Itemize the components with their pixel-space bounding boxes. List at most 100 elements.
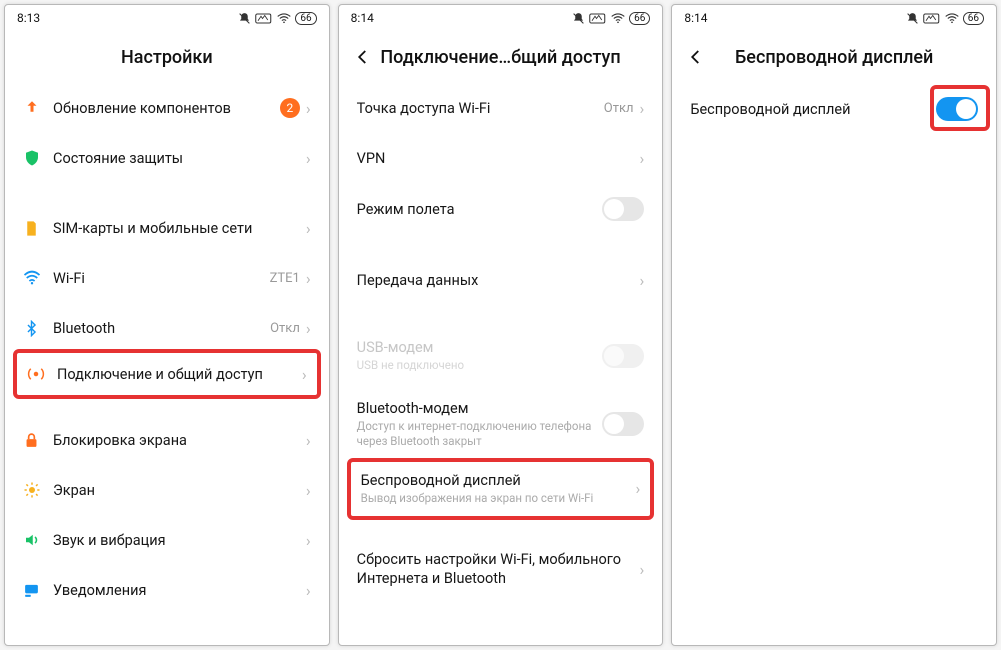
row-bt-modem[interactable]: Bluetooth-модем Доступ к интернет-подклю… — [339, 386, 663, 462]
back-button[interactable] — [684, 45, 708, 69]
airplane-toggle[interactable] — [602, 197, 644, 221]
brightness-icon — [23, 481, 53, 499]
back-button[interactable] — [351, 45, 375, 69]
row-label: VPN — [357, 150, 640, 167]
row-airplane[interactable]: Режим полета — [339, 183, 663, 235]
row-label: USB-модем — [357, 339, 603, 356]
chevron-left-icon — [354, 48, 372, 66]
chevron-right-icon: › — [306, 269, 311, 288]
phone-connectivity: 8:14 66 Подключение…бщий доступ Точка до… — [338, 4, 664, 646]
status-time: 8:14 — [351, 11, 374, 25]
status-icons: 66 — [238, 12, 316, 25]
row-label: Точка доступа Wi-Fi — [357, 100, 604, 117]
row-notifications[interactable]: Уведомления › — [5, 565, 329, 615]
row-label: Блокировка экрана — [53, 432, 306, 449]
battery-box-icon — [255, 13, 273, 24]
battery-pct: 66 — [295, 12, 316, 25]
connectivity-list: Точка доступа Wi-Fi Откл › VPN › Режим п… — [339, 83, 663, 645]
status-icons: 66 — [906, 12, 984, 25]
update-badge: 2 — [280, 98, 300, 118]
silent-icon — [572, 12, 585, 25]
chevron-right-icon: › — [306, 99, 311, 118]
wifi-icon — [23, 269, 53, 287]
chevron-right-icon: › — [640, 560, 645, 579]
update-icon — [23, 99, 53, 117]
row-connectivity[interactable]: Подключение и общий доступ › — [13, 349, 321, 399]
row-bluetooth[interactable]: Bluetooth Откл › — [5, 303, 329, 353]
status-bar: 8:14 66 — [672, 5, 996, 31]
shield-icon — [23, 149, 53, 167]
page-title: Настройки — [5, 31, 329, 83]
wireless-display-list: Беспроводной дисплей — [672, 83, 996, 645]
battery-box-icon — [923, 13, 941, 24]
chevron-right-icon: › — [306, 319, 311, 338]
status-time: 8:14 — [684, 11, 707, 25]
row-sound[interactable]: Звук и вибрация › — [5, 515, 329, 565]
phone-settings: 8:13 66 Настройки Обновление компонентов… — [4, 4, 330, 646]
notification-icon — [23, 582, 53, 599]
row-label: Экран — [53, 482, 306, 499]
page-title: Беспроводной дисплей — [672, 31, 996, 83]
bt-modem-toggle[interactable] — [602, 412, 644, 436]
row-reset-network[interactable]: Сбросить настройки Wi-Fi, мобильного Инт… — [339, 536, 663, 603]
share-icon — [27, 365, 57, 383]
row-sim[interactable]: SIM-карты и мобильные сети › — [5, 203, 329, 253]
lock-icon — [23, 432, 53, 449]
battery-box-icon — [589, 13, 607, 24]
row-sub: Доступ к интернет-подключению телефона ч… — [357, 419, 603, 448]
chevron-right-icon: › — [636, 479, 641, 498]
settings-list: Обновление компонентов 2 › Состояние защ… — [5, 83, 329, 645]
row-display[interactable]: Экран › — [5, 465, 329, 515]
bluetooth-icon — [23, 320, 53, 337]
row-label: Bluetooth — [53, 320, 270, 337]
battery-pct: 66 — [963, 12, 984, 25]
page-title: Подключение…бщий доступ — [339, 31, 663, 83]
row-datatransfer[interactable]: Передача данных › — [339, 255, 663, 305]
row-label: Режим полета — [357, 201, 603, 218]
row-label: Беспроводной дисплей — [361, 472, 636, 489]
wifi-icon — [611, 13, 625, 24]
row-sub: Вывод изображения на экран по сети Wi-Fi — [361, 491, 636, 505]
row-wireless-display[interactable]: Беспроводной дисплей Вывод изображения н… — [347, 458, 655, 519]
status-bar: 8:13 66 — [5, 5, 329, 31]
chevron-right-icon: › — [306, 581, 311, 600]
silent-icon — [906, 12, 919, 25]
row-wireless-display[interactable]: Беспроводной дисплей — [672, 83, 996, 135]
row-label: Звук и вибрация — [53, 532, 306, 549]
row-label: Wi-Fi — [53, 270, 270, 287]
status-time: 8:13 — [17, 11, 40, 25]
speaker-icon — [23, 531, 53, 549]
chevron-right-icon: › — [306, 219, 311, 238]
chevron-right-icon: › — [306, 481, 311, 500]
row-label: Беспроводной дисплей — [690, 101, 936, 118]
chevron-right-icon: › — [640, 149, 645, 168]
row-updates[interactable]: Обновление компонентов 2 › — [5, 83, 329, 133]
chevron-right-icon: › — [306, 431, 311, 450]
chevron-left-icon — [687, 48, 705, 66]
sim-icon — [23, 220, 53, 237]
row-lock[interactable]: Блокировка экрана › — [5, 415, 329, 465]
row-value: Откл — [604, 101, 634, 116]
row-label: Сбросить настройки Wi-Fi, мобильного Инт… — [357, 550, 640, 589]
wifi-icon — [945, 13, 959, 24]
silent-icon — [238, 12, 251, 25]
wireless-display-toggle[interactable] — [936, 97, 978, 121]
chevron-right-icon: › — [640, 271, 645, 290]
row-value: Откл — [270, 321, 300, 336]
row-value: ZTE1 — [270, 271, 300, 286]
chevron-right-icon: › — [306, 531, 311, 550]
row-hotspot[interactable]: Точка доступа Wi-Fi Откл › — [339, 83, 663, 133]
row-label: Передача данных — [357, 272, 640, 289]
phone-wireless-display: 8:14 66 Беспроводной дисплей Беспроводно… — [671, 4, 997, 646]
row-usb-modem: USB-модем USB не подключено — [339, 325, 663, 386]
chevron-right-icon: › — [640, 99, 645, 118]
row-security[interactable]: Состояние защиты › — [5, 133, 329, 183]
wifi-icon — [277, 13, 291, 24]
status-icons: 66 — [572, 12, 650, 25]
row-wifi[interactable]: Wi-Fi ZTE1 › — [5, 253, 329, 303]
row-sub: USB не подключено — [357, 358, 603, 372]
row-label: Bluetooth-модем — [357, 400, 603, 417]
row-vpn[interactable]: VPN › — [339, 133, 663, 183]
row-label: Уведомления — [53, 582, 306, 599]
row-label: Подключение и общий доступ — [57, 366, 302, 383]
